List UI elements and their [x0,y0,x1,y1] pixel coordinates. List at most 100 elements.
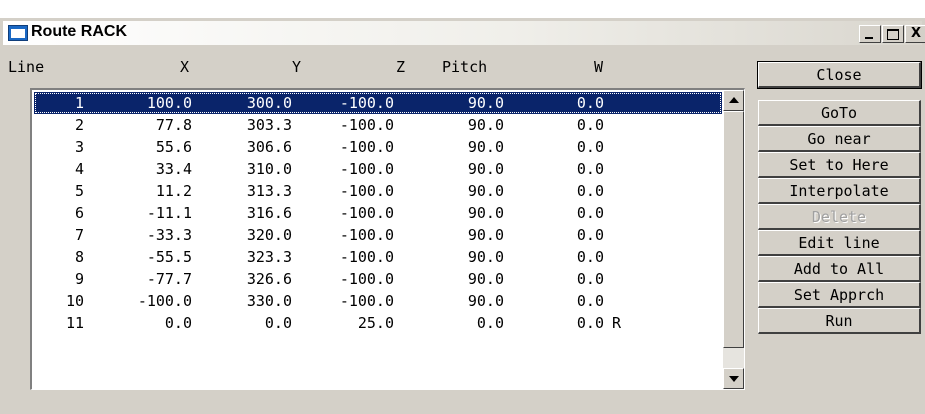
cell-z: 25.0 [357,314,394,332]
cell-x: 11.2 [155,182,192,200]
cell-line: 8 [74,248,84,266]
route-points-list[interactable]: 1 100.0 300.0 -100.0 90.0 0.0 2 77.8 303.3 -100.0… [30,88,745,390]
cell-y: 310.0 [246,160,292,178]
cell-line: 2 [74,116,84,134]
run-button[interactable]: Run [758,308,921,334]
column-header: Line X Y Z Pitch W [8,58,603,80]
cell-w: 0.0 [576,94,604,112]
cell-w: 0.0 [576,292,604,310]
scroll-thumb[interactable] [723,111,744,348]
window-icon [8,25,28,41]
cell-pitch: 90.0 [467,292,504,310]
cell-w: 0.0 [576,160,604,178]
cell-y: 313.3 [246,182,292,200]
col-header-pitch: Pitch [442,58,488,76]
cell-line: 7 [74,226,84,244]
cell-x: -100.0 [137,292,192,310]
cell-pitch: 90.0 [467,94,504,112]
cell-pitch: 90.0 [467,270,504,288]
cell-w: 0.0 [576,138,604,156]
cell-pitch: 0.0 [476,314,504,332]
maximize-button[interactable] [882,25,904,43]
set-to-here-button[interactable]: Set to Here [758,152,921,178]
table-row[interactable]: 5 11.2 313.3 -100.0 90.0 0.0 [34,180,722,202]
cell-line: 1 [74,94,84,112]
goto-button[interactable]: GoTo [758,100,921,126]
cell-x: -77.7 [146,270,192,288]
col-header-w: W [594,58,604,76]
cell-x: 55.6 [155,138,192,156]
cell-line: 4 [74,160,84,178]
delete-button[interactable]: Delete [758,204,921,230]
scroll-down-arrow-icon[interactable] [723,368,744,389]
cell-y: 326.6 [246,270,292,288]
cell-z: -100.0 [339,248,394,266]
cell-pitch: 90.0 [467,248,504,266]
close-window-button[interactable]: X [905,25,925,43]
cell-w: 0.0 [576,116,604,134]
cell-x: 33.4 [155,160,192,178]
cell-pitch: 90.0 [467,204,504,222]
cell-z: -100.0 [339,182,394,200]
cell-x: -33.3 [146,226,192,244]
cell-z: -100.0 [339,138,394,156]
table-row[interactable]: 11 0.0 0.0 25.0 0.0 0.0 R [34,312,722,334]
cell-pitch: 90.0 [467,116,504,134]
cell-y: 306.6 [246,138,292,156]
title-bar[interactable]: Route RACK X [3,21,925,45]
cell-w: 0.0 [576,270,604,288]
cell-y: 303.3 [246,116,292,134]
col-header-z: Z [396,58,406,76]
minimize-button[interactable] [859,25,881,43]
cell-x: 0.0 [164,314,192,332]
cell-z: -100.0 [339,226,394,244]
cell-z: -100.0 [339,270,394,288]
route-rack-window: Route RACK X Line X Y Z Pitch W 1 100.0 30… [0,18,925,414]
table-row[interactable]: 1 100.0 300.0 -100.0 90.0 0.0 [34,92,722,114]
cell-w: 0.0 [576,314,604,332]
cell-line: 11 [65,314,84,332]
table-row[interactable]: 6 -11.1 316.6 -100.0 90.0 0.0 [34,202,722,224]
cell-w: 0.0 [576,182,604,200]
edit-line-button[interactable]: Edit line [758,230,921,256]
cell-z: -100.0 [339,116,394,134]
cell-w: 0.0 [576,204,604,222]
cell-y: 323.3 [246,248,292,266]
cell-y: 316.6 [246,204,292,222]
go-near-button[interactable]: Go near [758,126,921,152]
table-row[interactable]: 4 33.4 310.0 -100.0 90.0 0.0 [34,158,722,180]
table-row[interactable]: 9 -77.7 326.6 -100.0 90.0 0.0 [34,268,722,290]
col-header-y: Y [292,58,302,76]
vertical-scrollbar[interactable] [723,90,744,389]
add-to-all-button[interactable]: Add to All [758,256,921,282]
cell-pitch: 90.0 [467,160,504,178]
table-row[interactable]: 8 -55.5 323.3 -100.0 90.0 0.0 [34,246,722,268]
cell-z: -100.0 [339,204,394,222]
cell-line: 3 [74,138,84,156]
cell-y: 0.0 [264,314,292,332]
cell-y: 320.0 [246,226,292,244]
cell-line: 10 [65,292,84,310]
table-row[interactable]: 7 -33.3 320.0 -100.0 90.0 0.0 [34,224,722,246]
cell-pitch: 90.0 [467,182,504,200]
cell-w: 0.0 [576,226,604,244]
set-apprch-button[interactable]: Set Apprch [758,282,921,308]
cell-flag: R [612,314,622,332]
cell-x: -11.1 [146,204,192,222]
cell-line: 9 [74,270,84,288]
cell-z: -100.0 [339,94,394,112]
cell-w: 0.0 [576,248,604,266]
scroll-up-arrow-icon[interactable] [723,90,744,111]
cell-x: 100.0 [146,94,192,112]
table-row[interactable]: 10 -100.0 330.0 -100.0 90.0 0.0 [34,290,722,312]
table-row[interactable]: 2 77.8 303.3 -100.0 90.0 0.0 [34,114,722,136]
cell-y: 330.0 [246,292,292,310]
cell-x: -55.5 [146,248,192,266]
table-row[interactable]: 3 55.6 306.6 -100.0 90.0 0.0 [34,136,722,158]
interpolate-button[interactable]: Interpolate [758,178,921,204]
col-header-line: Line [8,58,45,76]
cell-x: 77.8 [155,116,192,134]
window-title: Route RACK [31,23,127,40]
close-button[interactable]: Close [757,61,922,89]
cell-line: 6 [74,204,84,222]
